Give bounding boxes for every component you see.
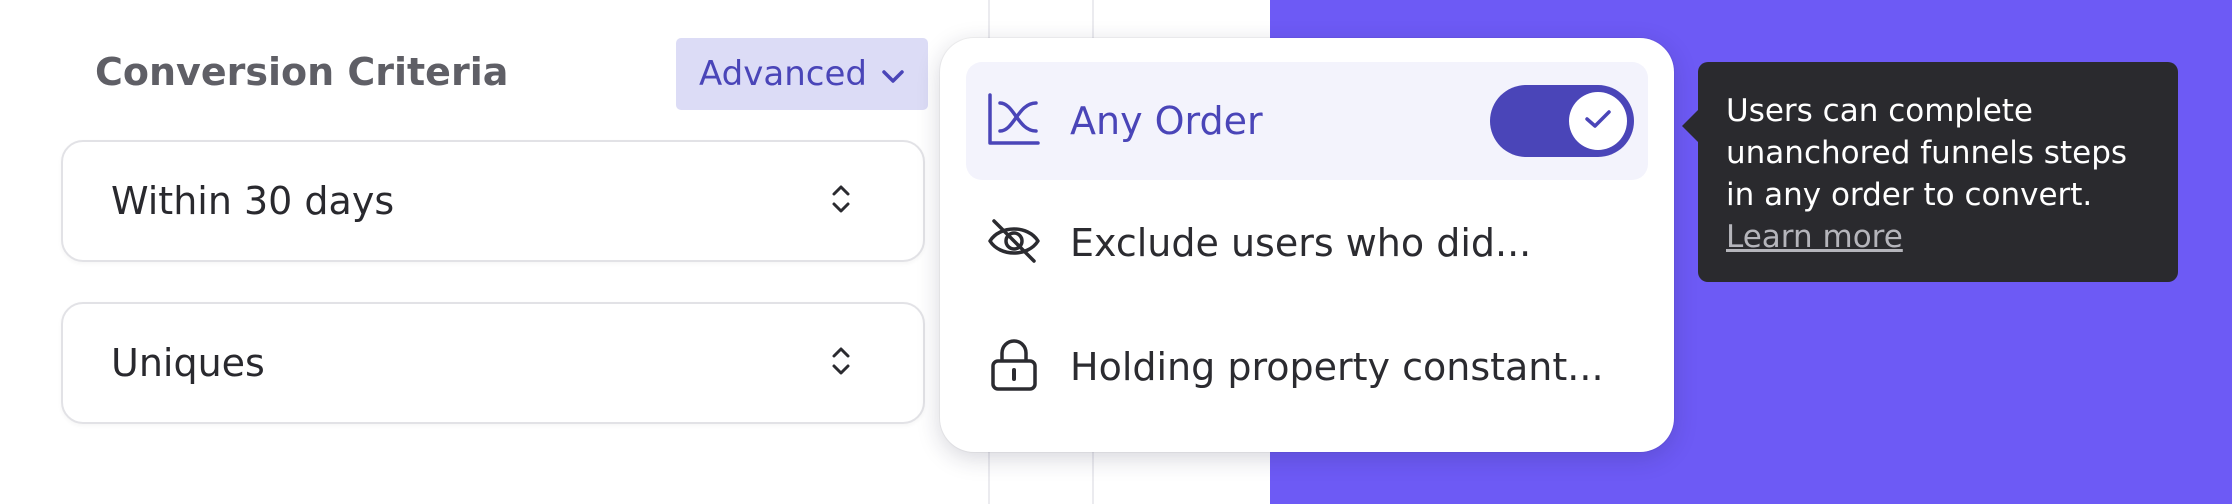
check-icon — [1583, 107, 1613, 135]
lock-icon — [986, 337, 1042, 397]
tooltip-text: unanchored funnels steps — [1726, 135, 2128, 171]
menu-item-label: Any Order — [1070, 99, 1263, 143]
menu-item-label: Holding property constant... — [1070, 345, 1604, 389]
window-select[interactable]: Within 30 days — [61, 140, 925, 262]
window-select-value: Within 30 days — [111, 179, 395, 223]
section-title: Conversion Criteria — [95, 50, 509, 94]
advanced-button[interactable]: Advanced — [676, 38, 928, 110]
menu-item-any-order[interactable]: Any Order — [966, 62, 1648, 180]
any-order-toggle[interactable] — [1490, 85, 1634, 157]
eye-slash-icon — [986, 213, 1042, 273]
menu-item-label: Exclude users who did... — [1070, 221, 1532, 265]
count-select[interactable]: Uniques — [61, 302, 925, 424]
tooltip-text: Users can complete — [1726, 93, 2034, 129]
any-order-tooltip: Users can complete unanchored funnels st… — [1682, 62, 2178, 282]
menu-item-exclude-users[interactable]: Exclude users who did... — [966, 184, 1648, 302]
count-select-value: Uniques — [111, 341, 265, 385]
learn-more-link[interactable]: Learn more — [1726, 216, 2152, 258]
advanced-label: Advanced — [699, 54, 867, 94]
advanced-dropdown: Any Order Exclude users who did... Holdi… — [940, 38, 1674, 452]
chevron-down-icon — [881, 54, 905, 94]
tooltip-text: in any order to convert. — [1726, 177, 2093, 213]
chevron-updown-icon — [831, 183, 851, 219]
chevron-updown-icon — [831, 345, 851, 381]
toggle-knob — [1569, 92, 1627, 150]
menu-item-holding-property[interactable]: Holding property constant... — [966, 308, 1648, 426]
any-order-icon — [986, 91, 1042, 151]
